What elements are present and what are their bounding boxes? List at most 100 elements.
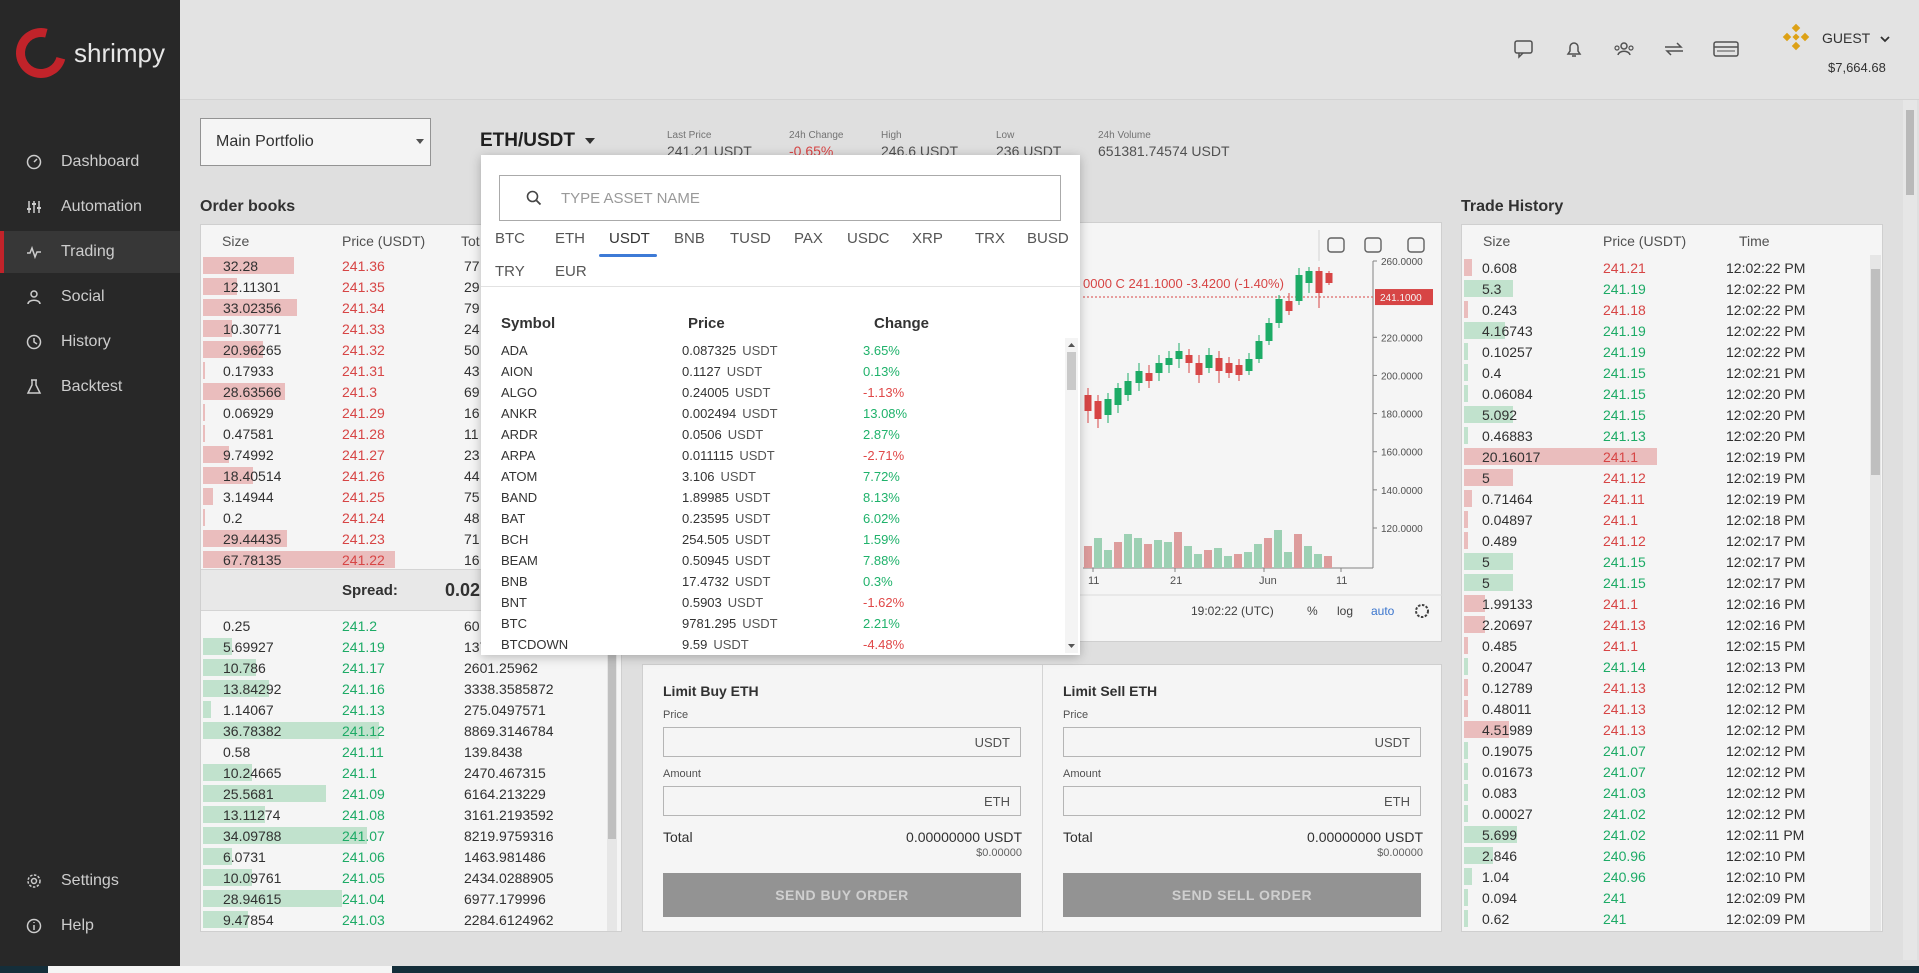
scrollbar-thumb[interactable] [1067, 352, 1076, 390]
quote-tab-eth[interactable]: ETH [555, 230, 585, 247]
asset-price-unit: USDT [727, 427, 764, 442]
asset-symbol: ALGO [501, 385, 538, 400]
asset-change: 7.88% [863, 553, 900, 568]
asset-price: 9781.295 [682, 616, 737, 631]
asset-row[interactable]: ALGO 0.24005 USDT -1.13% [481, 382, 1066, 403]
active-tab-indicator [599, 254, 657, 257]
asset-change: 0.13% [863, 364, 900, 379]
asset-change: 7.72% [863, 469, 900, 484]
asset-row[interactable]: BTCDOWN 9.59 USDT -4.48% [481, 634, 1066, 655]
quote-tab-trx[interactable]: TRX [975, 230, 1005, 247]
asset-price-unit: USDT [726, 364, 763, 379]
asset-symbol: BAND [501, 490, 538, 505]
quote-tab-tusd[interactable]: TUSD [730, 230, 771, 247]
asset-row[interactable]: BNT 0.5903 USDT -1.62% [481, 592, 1066, 613]
asset-price: 0.087325 [682, 343, 737, 358]
asset-symbol: BCH [501, 532, 529, 547]
col-header-price: Price [688, 315, 725, 332]
asset-change: 6.02% [863, 511, 900, 526]
asset-change: 2.87% [863, 427, 900, 442]
asset-symbol: ADA [501, 343, 528, 358]
asset-row[interactable]: BTC 9781.295 USDT 2.21% [481, 613, 1066, 634]
asset-symbol: ARPA [501, 448, 536, 463]
asset-row[interactable]: BEAM 0.50945 USDT 7.88% [481, 550, 1066, 571]
asset-row[interactable]: BNB 17.4732 USDT 0.3% [481, 571, 1066, 592]
asset-change: -4.48% [863, 637, 905, 652]
asset-price: 0.002494 [682, 406, 737, 421]
quote-tab-try[interactable]: TRY [495, 263, 525, 280]
asset-row[interactable]: AION 0.1127 USDT 0.13% [481, 361, 1066, 382]
asset-row[interactable]: ARDR 0.0506 USDT 2.87% [481, 424, 1066, 445]
asset-symbol: ANKR [501, 406, 538, 421]
quote-tab-busd[interactable]: BUSD [1027, 230, 1069, 247]
asset-price: 1.89985 [682, 490, 729, 505]
asset-price-unit: USDT [735, 532, 771, 547]
asset-price: 0.24005 [682, 385, 729, 400]
scroll-down-icon[interactable] [1065, 641, 1078, 651]
asset-row[interactable]: BAT 0.23595 USDT 6.02% [481, 508, 1066, 529]
quote-tab-eur[interactable]: EUR [555, 263, 587, 280]
asset-change: 0.3% [863, 574, 893, 589]
asset-change: 1.59% [863, 532, 900, 547]
asset-price-cell: 254.505 USDT [682, 532, 770, 547]
asset-price-unit: USDT [735, 490, 771, 505]
scroll-up-icon[interactable] [1065, 340, 1078, 350]
asset-price-unit: USDT [735, 553, 771, 568]
asset-price-unit: USDT [735, 385, 771, 400]
asset-change: 2.21% [863, 616, 900, 631]
asset-price: 0.23595 [682, 511, 729, 526]
quote-tab-usdt[interactable]: USDT [609, 230, 650, 247]
asset-row[interactable]: BCH 254.505 USDT 1.59% [481, 529, 1066, 550]
asset-row[interactable]: ADA 0.087325 USDT 3.65% [481, 340, 1066, 361]
asset-row[interactable]: BAND 1.89985 USDT 8.13% [481, 487, 1066, 508]
quote-tab-btc[interactable]: BTC [495, 230, 525, 247]
asset-symbol: BAT [501, 511, 526, 526]
quote-tab-xrp[interactable]: XRP [912, 230, 943, 247]
asset-price-unit: USDT [720, 469, 756, 484]
asset-change: 8.13% [863, 490, 900, 505]
asset-price: 3.106 [682, 469, 715, 484]
asset-price-cell: 0.5903 USDT [682, 595, 763, 610]
asset-symbol: ARDR [501, 427, 538, 442]
asset-price-cell: 9.59 USDT [682, 637, 749, 652]
divider [481, 286, 1080, 287]
asset-price: 0.0506 [682, 427, 722, 442]
asset-price-cell: 0.087325 USDT [682, 343, 778, 358]
asset-price-unit: USDT [739, 448, 775, 463]
asset-symbol: ATOM [501, 469, 538, 484]
asset-price-cell: 0.0506 USDT [682, 427, 763, 442]
asset-search-input[interactable]: TYPE ASSET NAME [499, 175, 1061, 221]
asset-price: 0.5903 [682, 595, 722, 610]
asset-price-cell: 3.106 USDT [682, 469, 756, 484]
asset-price-unit: USDT [742, 343, 778, 358]
asset-price-cell: 17.4732 USDT [682, 574, 770, 589]
search-icon [526, 190, 542, 206]
asset-price: 17.4732 [682, 574, 729, 589]
asset-row[interactable]: ANKR 0.002494 USDT 13.08% [481, 403, 1066, 424]
asset-price-cell: 0.23595 USDT [682, 511, 770, 526]
asset-row[interactable]: ARPA 0.011115 USDT -2.71% [481, 445, 1066, 466]
asset-change: -1.13% [863, 385, 905, 400]
asset-symbol: BNB [501, 574, 528, 589]
asset-symbol: AION [501, 364, 533, 379]
asset-change: -2.71% [863, 448, 905, 463]
asset-symbol: BTC [501, 616, 527, 631]
asset-list-scrollbar[interactable] [1065, 338, 1078, 653]
asset-price-unit: USDT [742, 616, 778, 631]
quote-tab-bnb[interactable]: BNB [674, 230, 705, 247]
asset-price: 0.1127 [682, 364, 721, 379]
asset-price: 0.50945 [682, 553, 729, 568]
asset-price: 254.505 [682, 532, 729, 547]
asset-price-unit: USDT [742, 406, 778, 421]
col-header-change: Change [874, 315, 930, 332]
asset-symbol: BEAM [501, 553, 538, 568]
asset-price-cell: 0.50945 USDT [682, 553, 770, 568]
quote-tab-usdc[interactable]: USDC [847, 230, 890, 247]
asset-row[interactable]: ATOM 3.106 USDT 7.72% [481, 466, 1066, 487]
asset-change: 3.65% [863, 343, 900, 358]
asset-price: 9.59 [682, 637, 708, 652]
asset-symbol: BNT [501, 595, 527, 610]
asset-price-unit: USDT [727, 595, 764, 610]
quote-tab-pax[interactable]: PAX [794, 230, 823, 247]
asset-price-cell: 0.24005 USDT [682, 385, 770, 400]
